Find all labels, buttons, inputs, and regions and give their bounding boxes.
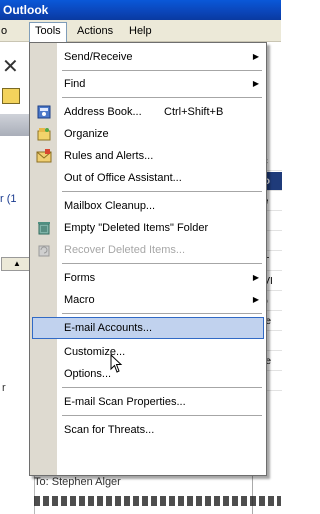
menu-item-rules-alerts[interactable]: Rules and Alerts... (31, 145, 265, 167)
menu-actions[interactable]: Actions (72, 22, 118, 40)
menu-separator (62, 97, 262, 98)
menu-item-organize[interactable]: Organize (31, 123, 265, 145)
menu-bar: o Tools Actions Help (0, 20, 281, 42)
menu-item-address-book[interactable]: Address Book... Ctrl+Shift+B (31, 101, 265, 123)
menu-item-email-scan-properties[interactable]: E-mail Scan Properties... (31, 391, 265, 413)
address-book-icon (37, 105, 51, 119)
menu-item-out-of-office[interactable]: Out of Office Assistant... (31, 167, 265, 189)
menu-go[interactable]: o (0, 22, 12, 40)
empty-trash-icon (38, 222, 50, 235)
new-item-icon[interactable] (2, 88, 20, 104)
folder-label: r (1 (0, 193, 17, 205)
recover-icon (38, 245, 50, 257)
menu-separator (62, 263, 262, 264)
menu-item-recover-deleted: Recover Deleted Items... (31, 239, 265, 261)
folder-label: r (2, 382, 6, 394)
menu-item-find[interactable]: Find ▶ (31, 73, 265, 95)
submenu-arrow-icon: ▶ (252, 295, 259, 304)
menu-separator (62, 387, 262, 388)
mouse-pointer-icon (110, 354, 123, 373)
menu-item-empty-deleted[interactable]: Empty "Deleted Items" Folder (31, 217, 265, 239)
menu-separator (62, 415, 262, 416)
menu-separator (62, 70, 262, 71)
menu-item-scan-threats[interactable]: Scan for Threats... (31, 419, 265, 441)
submenu-arrow-icon: ▶ (252, 273, 259, 282)
submenu-arrow-icon: ▶ (252, 79, 259, 88)
submenu-arrow-icon: ▶ (252, 52, 259, 61)
menu-item-email-accounts[interactable]: E-mail Accounts... (32, 317, 264, 339)
menu-separator (62, 191, 262, 192)
menu-item-send-receive[interactable]: Send/Receive ▶ (31, 46, 265, 68)
menu-help[interactable]: Help (124, 22, 157, 40)
menu-item-forms[interactable]: Forms ▶ (31, 267, 265, 289)
menu-item-macro[interactable]: Macro ▶ (31, 289, 265, 311)
menu-item-options[interactable]: Options... (31, 363, 265, 385)
organize-icon (37, 128, 51, 141)
preview-body-text (34, 496, 281, 506)
window-title: Outlook (3, 3, 49, 17)
menu-item-mailbox-cleanup[interactable]: Mailbox Cleanup... (31, 195, 265, 217)
menu-item-customize[interactable]: Customize... (31, 341, 265, 363)
menu-separator (62, 313, 262, 314)
preview-to-line: To: Stephen Alger (34, 476, 121, 488)
close-icon[interactable]: ✕ (2, 54, 19, 79)
rules-alerts-icon (36, 149, 52, 163)
tools-menu: Send/Receive ▶ Find ▶ Address Book... Ct… (29, 42, 267, 476)
title-bar: Outlook (0, 0, 281, 20)
menu-tools[interactable]: Tools (29, 22, 67, 42)
